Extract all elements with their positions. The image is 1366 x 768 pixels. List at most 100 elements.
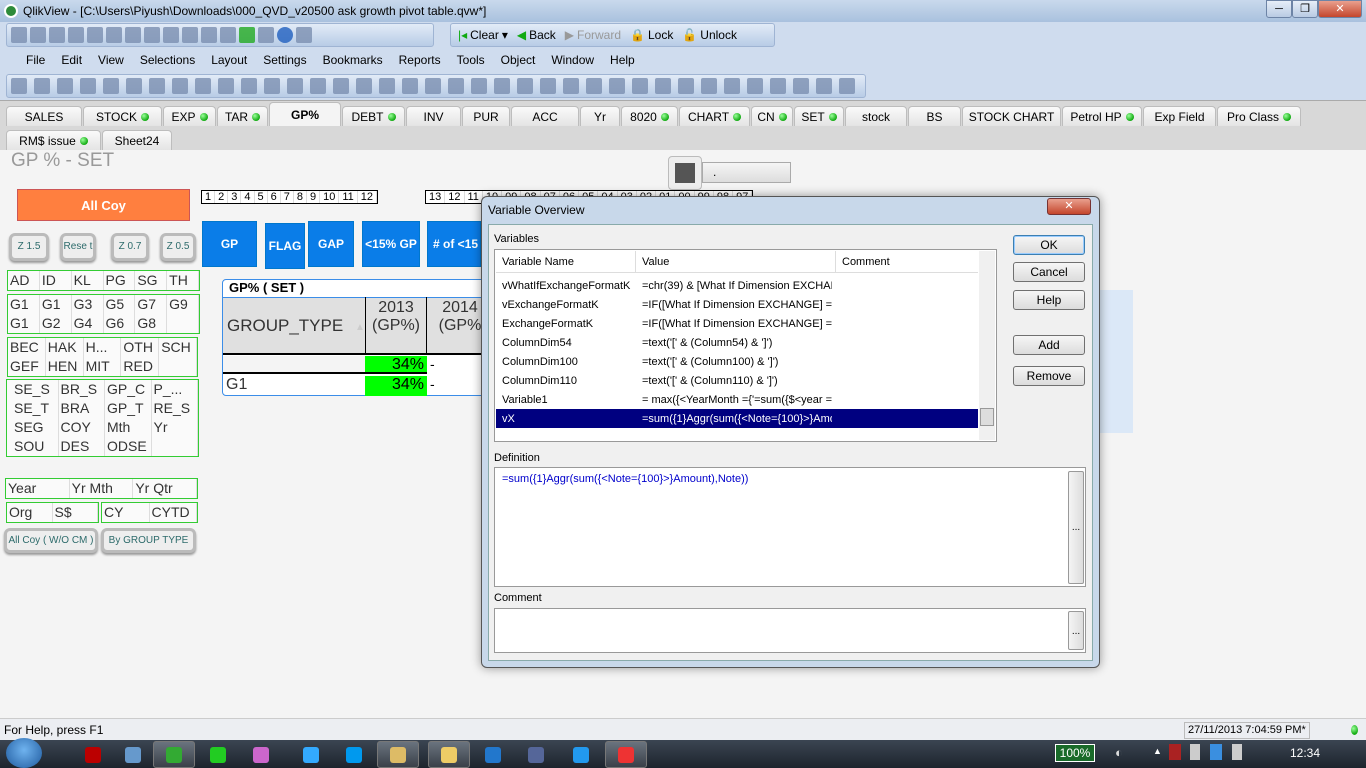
expression-overview-icon[interactable] (816, 78, 832, 94)
listbox-item[interactable]: G2 (40, 314, 72, 333)
gp-button[interactable]: GP (202, 221, 257, 267)
menu-help[interactable]: Help (602, 53, 643, 67)
listbox-item[interactable]: SEG (12, 418, 59, 437)
flag-button[interactable]: FLAG (265, 223, 305, 269)
listbox-item[interactable]: SE_S (12, 380, 59, 399)
grid-icon[interactable] (494, 78, 510, 94)
sheet-properties-icon[interactable] (80, 78, 96, 94)
listbox-item[interactable]: HEN (46, 357, 84, 376)
container-icon[interactable] (402, 78, 418, 94)
menu-layout[interactable]: Layout (203, 53, 255, 67)
prev-sheet-icon[interactable] (34, 78, 50, 94)
dropbox-icon[interactable] (1210, 744, 1222, 760)
pivot-table[interactable]: GROUP_TYPE ▲ 2013 (GP%) 2014 (GP% 34% - … (222, 279, 492, 396)
listbox-item[interactable]: G8 (135, 314, 168, 333)
center-v-icon[interactable] (655, 78, 671, 94)
gap-button[interactable]: GAP (308, 221, 354, 267)
listbox-item[interactable]: RE_S (152, 399, 198, 418)
network-icon[interactable] (1232, 744, 1242, 760)
table-box-icon[interactable] (149, 78, 165, 94)
listbox-item[interactable]: Year (6, 479, 70, 498)
tab-exp-field[interactable]: Exp Field (1143, 106, 1216, 126)
tab-yr[interactable]: Yr (580, 106, 620, 126)
space-h-icon[interactable] (678, 78, 694, 94)
show-hidden-icons[interactable]: ▲ (1153, 746, 1162, 756)
remove-button[interactable]: Remove (1013, 366, 1085, 386)
definition-expand-button[interactable]: ... (1068, 471, 1084, 584)
tab-debt[interactable]: DEBT (342, 106, 405, 126)
month-listbox[interactable]: 1 2 3 4 5 6 7 8 9 10 11 12 (201, 190, 379, 204)
month-item[interactable]: 3 (228, 191, 242, 203)
variable-row[interactable]: ColumnDim110 =text('[' & (Column110) & ']… (496, 371, 978, 390)
user-properties-icon[interactable] (747, 78, 763, 94)
listbox-item[interactable]: P_... (152, 380, 198, 399)
variable-row[interactable]: ColumnDim54 =text('[' & (Column54) & ']') (496, 333, 978, 352)
current-selections-icon[interactable] (241, 78, 257, 94)
listbox-item[interactable]: Yr (152, 418, 198, 437)
month-item[interactable]: 7 (281, 191, 294, 203)
ok-button[interactable]: OK (1013, 235, 1085, 255)
year-item[interactable]: 13 (426, 191, 446, 203)
listbox-item[interactable]: PG (104, 271, 136, 290)
month-item[interactable]: 5 (255, 191, 268, 203)
search-object-icon[interactable] (379, 78, 395, 94)
next-sheet-icon[interactable] (57, 78, 73, 94)
start-button[interactable] (6, 738, 42, 768)
month-item[interactable]: 9 (307, 191, 321, 203)
unlock-button[interactable]: 🔓 Unlock (679, 28, 740, 42)
taskbar-acrobat[interactable] (72, 741, 114, 768)
help-icon[interactable] (277, 27, 293, 43)
tab-cn[interactable]: CN (751, 106, 793, 126)
chart-icon[interactable] (668, 156, 702, 190)
month-item[interactable]: 8 (294, 191, 307, 203)
menu-tools[interactable]: Tools (449, 53, 493, 67)
star-icon[interactable] (239, 27, 255, 43)
restore-button[interactable]: ❐ (1292, 0, 1318, 18)
forward-button[interactable]: ▶ Forward (562, 28, 624, 42)
tab-rm-issue[interactable]: RM$ issue (6, 130, 101, 150)
listbox-item[interactable]: G1 (8, 295, 40, 314)
slider-value[interactable]: . (702, 162, 791, 183)
text-object-icon[interactable] (287, 78, 303, 94)
listbox-item[interactable]: BRA (59, 399, 105, 418)
listbox-item[interactable]: COY (59, 418, 105, 437)
listbox-item[interactable]: G4 (72, 314, 104, 333)
all-coy-button[interactable]: All Coy (17, 189, 190, 221)
month-item[interactable]: 2 (215, 191, 229, 203)
taskbar-explorer[interactable] (377, 741, 419, 768)
menu-selections[interactable]: Selections (132, 53, 203, 67)
center-h-icon[interactable] (609, 78, 625, 94)
format-painter-icon[interactable] (471, 78, 487, 94)
tab-petrol-hp[interactable]: Petrol HP (1062, 106, 1142, 126)
mcafee-icon[interactable] (1169, 744, 1181, 760)
listbox-item[interactable]: CYTD (150, 503, 197, 522)
taskbar-paint[interactable] (240, 741, 282, 768)
col-header-2013[interactable]: 2013 (GP%) (365, 297, 427, 355)
undo-icon[interactable] (144, 27, 160, 43)
taskbar-internet-explorer[interactable] (290, 741, 332, 768)
col-comment[interactable]: Comment (836, 251, 896, 272)
by-group-type-button[interactable]: By GROUP TYPE (101, 528, 196, 553)
listbox-item[interactable]: BEC (8, 338, 46, 357)
count-under-15-button[interactable]: # of <15 (427, 221, 481, 267)
listbox-item[interactable]: SG (135, 271, 168, 290)
listbox-item[interactable]: RED (121, 357, 160, 376)
variable-row[interactable]: vX =sum({1}Aggr(sum({<Note={100}>}Amou (496, 409, 978, 428)
currency-listbox[interactable]: Org S$ (6, 502, 99, 523)
region-listbox[interactable]: AD ID KL PG SG TH (7, 270, 200, 291)
close-button[interactable]: ✕ (1318, 0, 1362, 18)
definition-editor[interactable]: =sum({1}Aggr(sum({<Note={100}>}Amount),N… (494, 467, 1086, 587)
tab-sheet24[interactable]: Sheet24 (102, 130, 172, 150)
listbox-icon[interactable] (103, 78, 119, 94)
listbox-item[interactable]: Org (7, 503, 53, 522)
dialog-close-button[interactable]: ✕ (1047, 198, 1091, 215)
listbox-item[interactable]: BR_S (59, 380, 105, 399)
custom-object-icon[interactable] (425, 78, 441, 94)
statistics-box-icon[interactable] (126, 78, 142, 94)
power-icon[interactable]: ◐ (1115, 745, 1123, 760)
align-right-icon[interactable] (563, 78, 579, 94)
listbox-item[interactable]: Yr Mth (70, 479, 134, 498)
context-help-icon[interactable] (296, 27, 312, 43)
chart-icon[interactable] (195, 78, 211, 94)
clock[interactable]: 12:34 (1290, 746, 1320, 760)
